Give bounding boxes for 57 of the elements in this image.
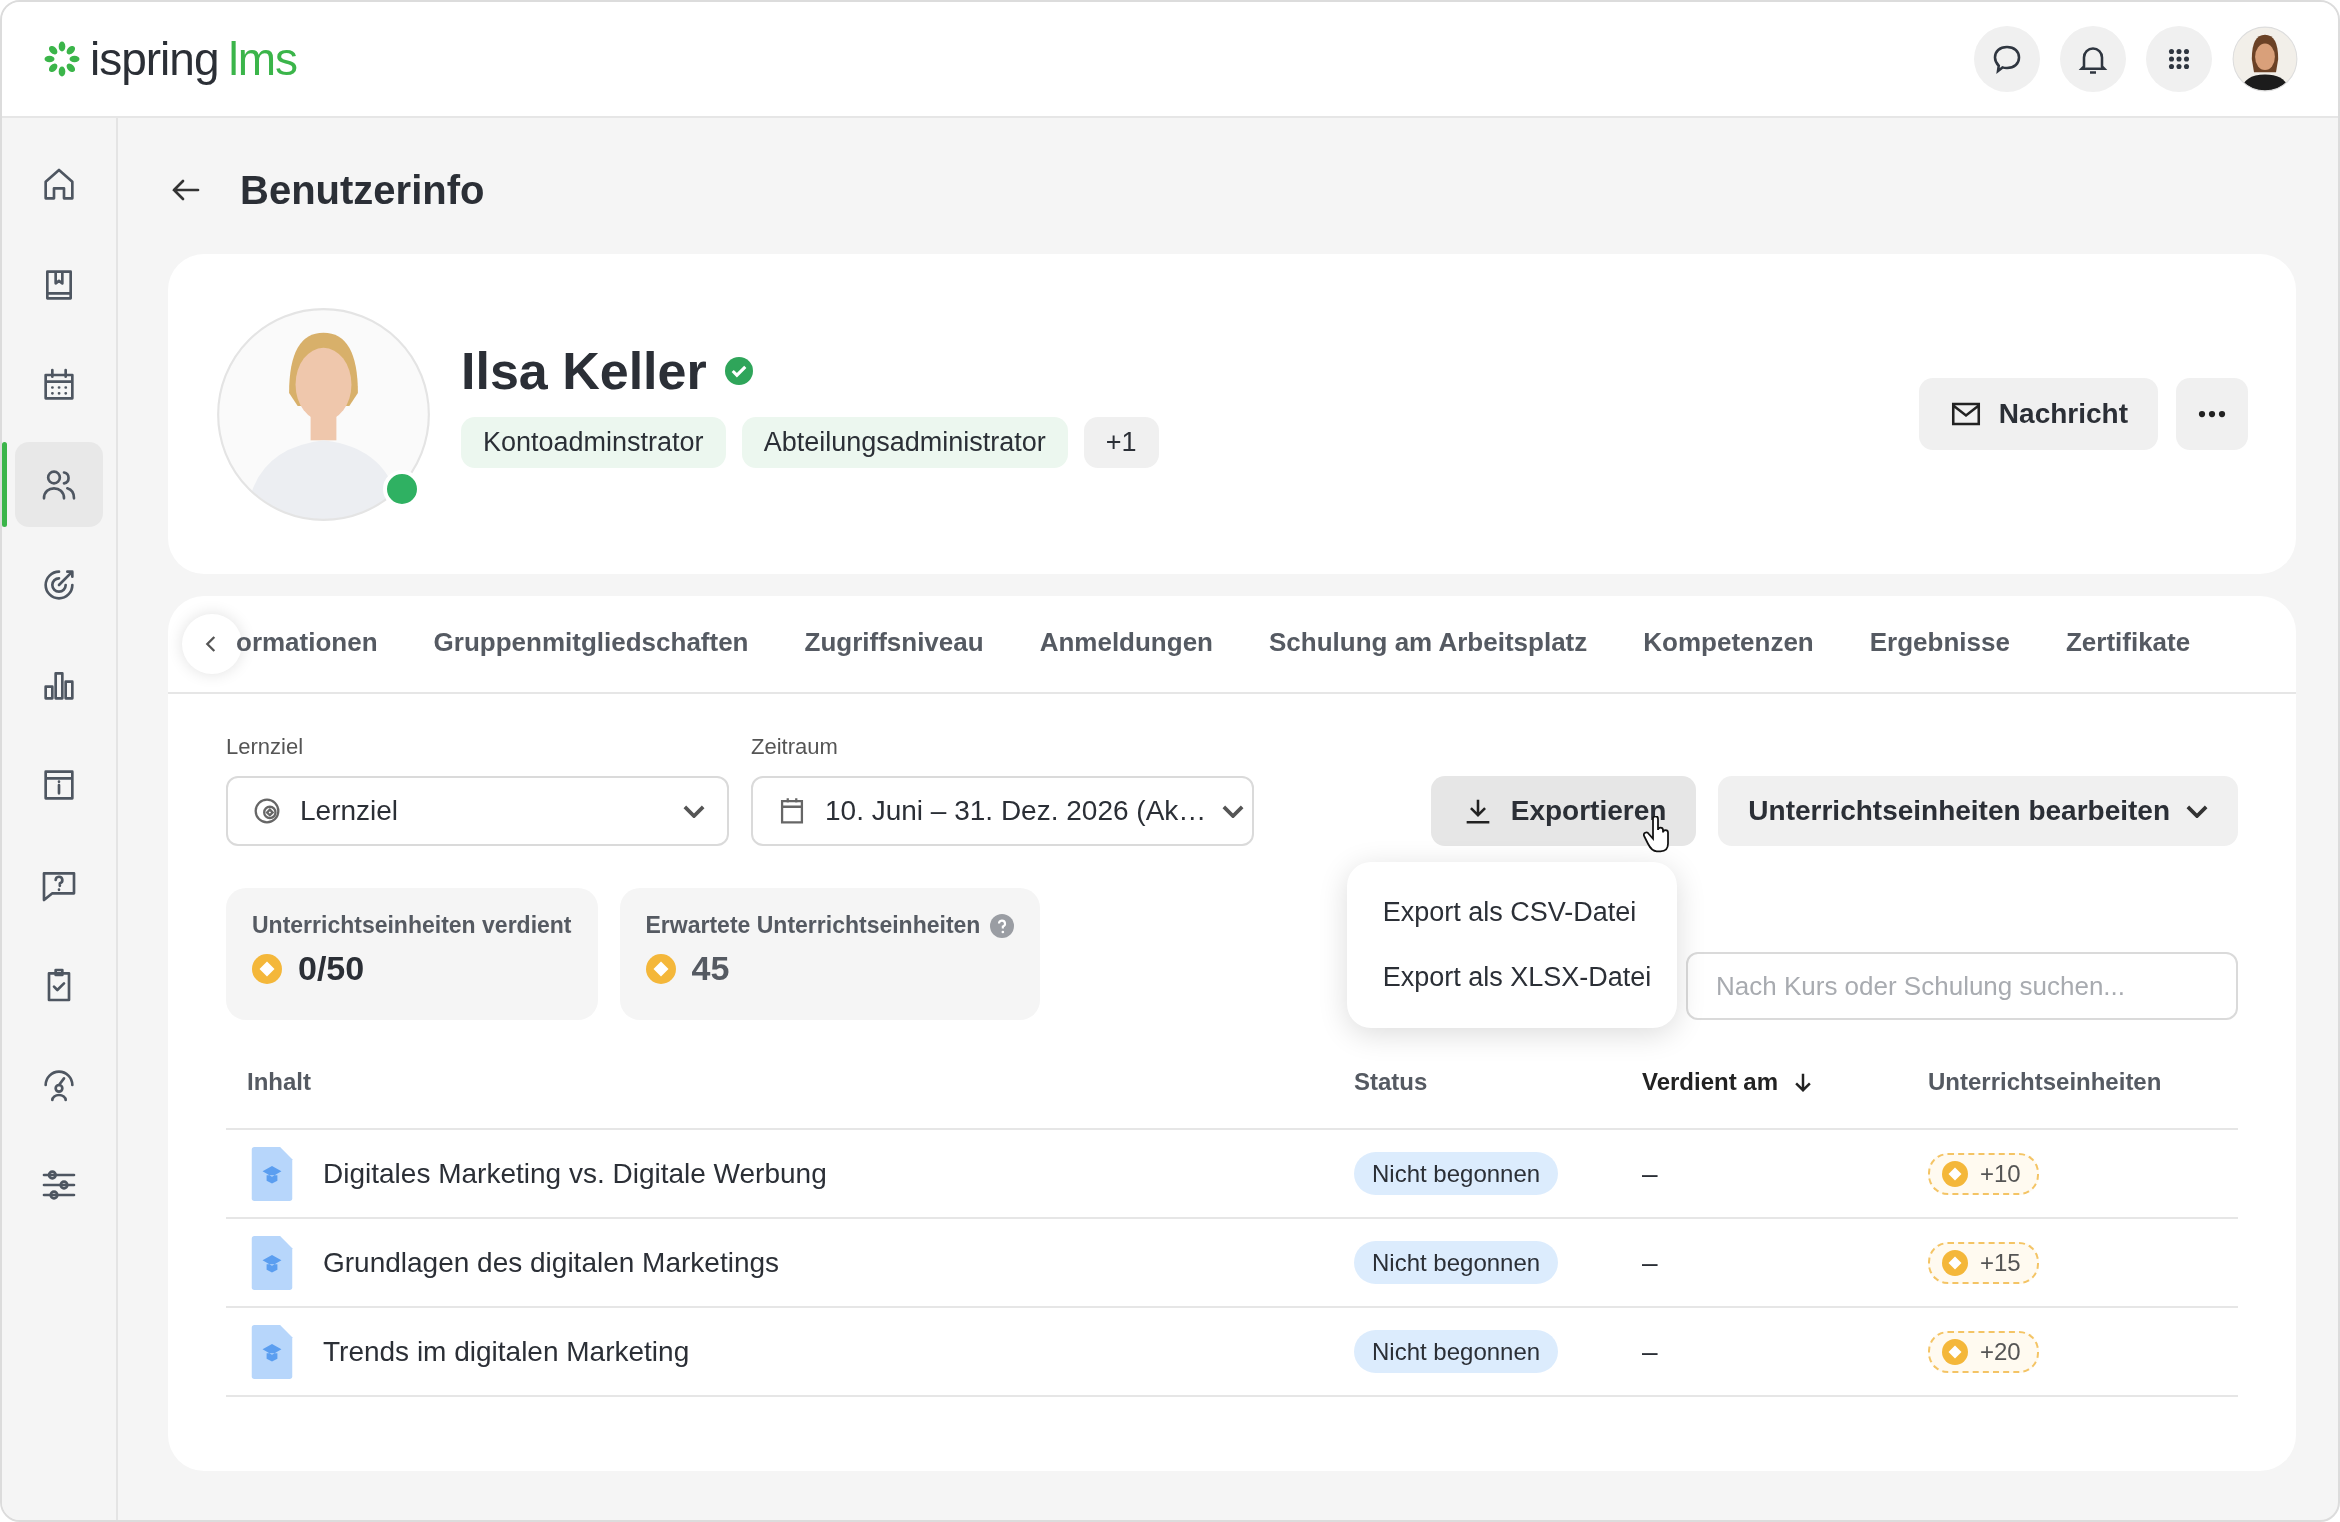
tab[interactable]: Ergebnisse (1869, 596, 2010, 692)
stat-label: Unterrichtseinheiten verdient (252, 912, 572, 939)
tab[interactable]: Zugriffsniveau (804, 596, 984, 692)
stat-value: 45 (691, 949, 730, 988)
coin-icon (1942, 1338, 1968, 1365)
filter-dropdown[interactable]: Lernziel (226, 776, 729, 846)
status-tag: Nicht begonnen (1354, 1240, 1559, 1284)
users-icon[interactable] (15, 442, 103, 527)
table-cell-text: – (1642, 1246, 1659, 1279)
course-icon (251, 1235, 293, 1290)
column-header: Status (1354, 1068, 1429, 1096)
filter-label: Lernziel (226, 734, 305, 760)
menu-item[interactable]: Export als XLSX-Datei (1346, 945, 1677, 1010)
chevron-down-icon (683, 804, 705, 818)
column-header: Unterrichtseinheiten (1928, 1068, 2163, 1096)
chevron-down-icon (2186, 804, 2208, 818)
tab[interactable]: Gruppenmitgliedschaften (433, 596, 749, 692)
course-icon (251, 1324, 293, 1379)
coin-icon (252, 953, 282, 984)
units-tag: +20 (1928, 1330, 2039, 1373)
stat-label: Erwartete Unterrichtseinheiten (645, 912, 981, 939)
logo-text: ispring lms (90, 32, 298, 86)
export-button[interactable]: Exportieren (1430, 776, 1697, 846)
units-tag: +15 (1928, 1241, 2039, 1284)
role-tag: Abteilungsadministrator (741, 416, 1068, 468)
coin-icon (1942, 1249, 1968, 1276)
menu-item[interactable]: Export als CSV-Datei (1346, 880, 1677, 945)
status-tag: Nicht begonnen (1354, 1151, 1559, 1195)
tab[interactable]: Kompetenzen (1643, 596, 1814, 692)
tab[interactable]: ormationen (236, 596, 378, 692)
user-name: Ilsa Keller (461, 340, 707, 401)
more-roles-tag[interactable]: +1 (1083, 416, 1159, 468)
message-button[interactable]: Nachricht (1918, 378, 2158, 450)
tab[interactable]: Zertifikate (2065, 596, 2191, 692)
column-header: Inhalt (247, 1068, 312, 1096)
role-tag: Kontoadminstrator (461, 416, 726, 468)
units-tag: +10 (1928, 1152, 2039, 1195)
status-tag: Nicht begonnen (1354, 1329, 1559, 1373)
tab[interactable]: Anmeldungen (1039, 596, 1213, 692)
coin-icon (1942, 1160, 1968, 1187)
course-title[interactable]: Grundlagen des digitalen Marketings (323, 1246, 780, 1279)
filter-dropdown[interactable]: 10. Juni – 31. Dez. 2026 (Ak… (751, 776, 1254, 846)
chevron-down-icon (1222, 804, 1245, 818)
tab[interactable]: Schulung am Arbeitsplatz (1269, 596, 1588, 692)
table-cell-text: – (1642, 1335, 1659, 1368)
edit-units-button[interactable]: Unterrichtseinheiten bearbeiten (1718, 776, 2238, 846)
table-cell-text: – (1642, 1157, 1659, 1190)
page-title: Benutzerinfo (240, 167, 485, 213)
course-title[interactable]: Digitales Marketing vs. Digitale Werbung (323, 1157, 827, 1190)
coin-icon (645, 953, 676, 984)
logo-icon (42, 39, 82, 79)
stat-value: 0/50 (298, 949, 365, 988)
search-field[interactable]: Nach Kurs oder Schulung suchen... (1686, 952, 2238, 1020)
course-icon (251, 1146, 293, 1201)
column-header[interactable]: Verdient am (1642, 1068, 1928, 1096)
course-title[interactable]: Trends im digitalen Marketing (323, 1335, 690, 1368)
filter-label: Zeitraum (751, 734, 839, 760)
